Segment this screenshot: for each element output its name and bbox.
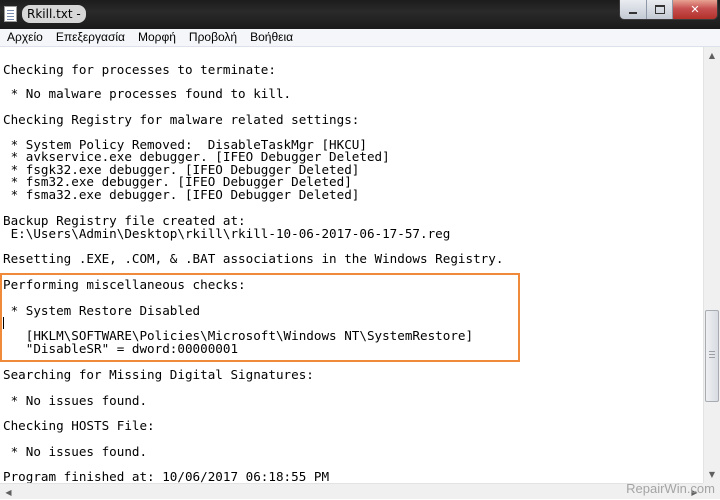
menu-edit[interactable]: Επεξεργασία (49, 29, 131, 46)
text-line: * No issues found. (3, 444, 148, 459)
text-line: E:\Users\Admin\Desktop\rkill\rkill-10-06… (3, 226, 451, 241)
notepad-icon (4, 6, 17, 22)
close-icon: ✕ (690, 3, 700, 16)
text-line: * System Restore Disabled (3, 303, 201, 318)
text-line: * No issues found. (3, 393, 148, 408)
text-line: Searching for Missing Digital Signatures… (3, 367, 314, 382)
menu-view[interactable]: Προβολή (182, 29, 243, 46)
menu-help[interactable]: Βοήθεια (243, 29, 299, 46)
window-title: Rkill.txt - (22, 5, 86, 23)
text-line: * fsma32.exe debugger. [IFEO Debugger De… (3, 187, 360, 202)
text-line: Program finished at: 10/06/2017 06:18:55… (3, 469, 330, 483)
maximize-button[interactable] (646, 0, 672, 19)
text-line: Resetting .EXE, .COM, & .BAT association… (3, 251, 504, 266)
text-line: Checking for processes to terminate: (3, 62, 276, 77)
menu-file[interactable]: Αρχείο (0, 29, 49, 46)
menu-bar: Αρχείο Επεξεργασία Μορφή Προβολή Βοήθεια (0, 29, 720, 47)
menu-format[interactable]: Μορφή (131, 29, 182, 46)
grip-icon (709, 351, 715, 352)
window-controls: ✕ (619, 0, 718, 20)
vertical-scrollbar[interactable]: ▲ ▼ (703, 47, 720, 483)
vertical-scroll-thumb[interactable] (705, 310, 719, 402)
text-line: * No malware processes found to kill. (3, 86, 292, 101)
maximize-icon (654, 5, 665, 14)
close-button[interactable]: ✕ (672, 0, 717, 19)
minimize-icon (629, 11, 637, 14)
scroll-left-arrow-icon[interactable]: ◀ (0, 484, 17, 500)
minimize-button[interactable] (620, 0, 646, 19)
text-line: Performing miscellaneous checks: (3, 277, 246, 292)
scroll-up-arrow-icon[interactable]: ▲ (704, 47, 720, 64)
watermark: RepairWin.com (626, 481, 715, 496)
text-line: "DisableSR" = dword:00000001 (3, 341, 239, 356)
title-bar[interactable]: Rkill.txt - ✕ (0, 0, 720, 29)
text-editor-area[interactable]: Checking for processes to terminate: * N… (0, 47, 703, 483)
text-line: Checking Registry for malware related se… (3, 112, 360, 127)
horizontal-scrollbar[interactable]: ◀ ▶ (0, 483, 703, 499)
text-line: Checking HOSTS File: (3, 418, 155, 433)
